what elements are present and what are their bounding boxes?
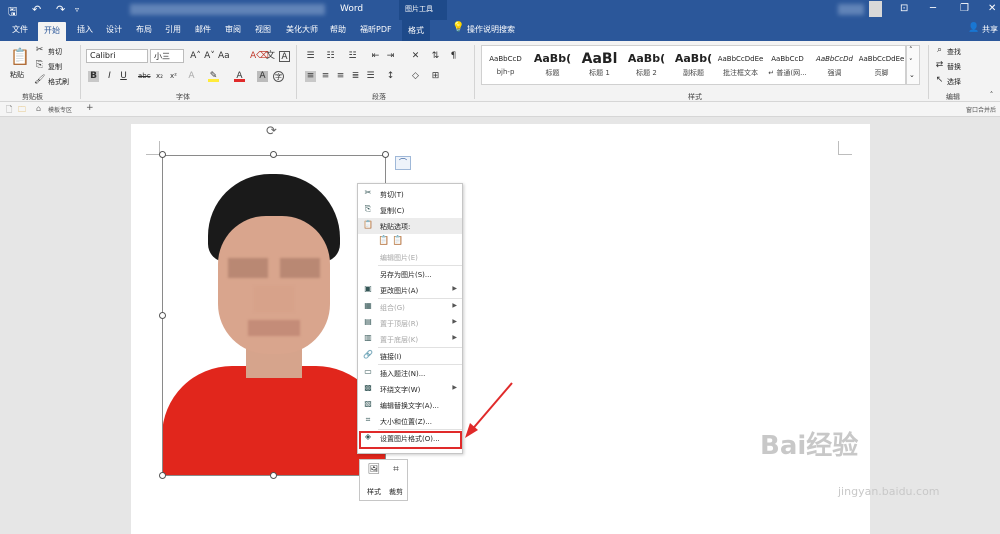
baidu-watermark: Bai经验 xyxy=(760,431,859,461)
baidu-watermark-url: jingyan.baidu.com xyxy=(838,485,940,498)
